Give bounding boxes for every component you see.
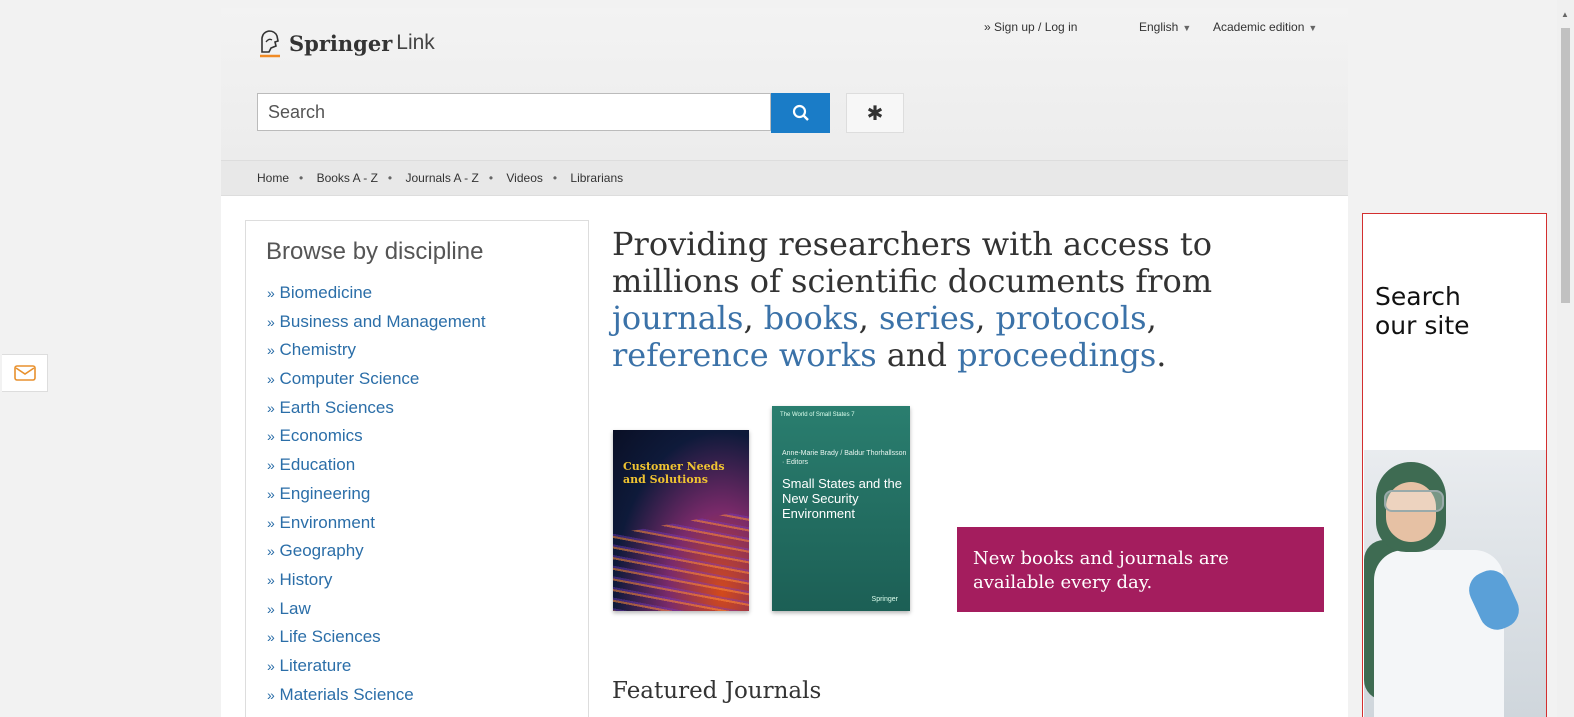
reference-works-link[interactable]: reference works (612, 336, 877, 374)
edition-select[interactable]: Academic edition ▼ (1213, 20, 1317, 34)
hero-line-1: Providing researchers with access to (612, 225, 1212, 263)
brand-sub: Link (396, 31, 435, 54)
search-our-site-ad[interactable]: Search our site (1362, 213, 1547, 717)
ad-text: Search our site (1375, 282, 1470, 340)
main-nav: Home • Books A - Z • Journals A - Z • Video… (221, 160, 1348, 196)
discipline-link[interactable]: » Chemistry (267, 339, 486, 368)
nav-journals-a-z[interactable]: Journals A - Z (405, 171, 478, 185)
proceedings-link[interactable]: proceedings (957, 336, 1156, 374)
mail-icon (13, 365, 36, 381)
page-scrollbar[interactable]: ▲ (1557, 0, 1574, 717)
book-cover-title: Small States and the New Security Enviro… (782, 476, 902, 521)
protocols-link[interactable]: protocols (996, 299, 1147, 337)
browse-title: Browse by discipline (266, 238, 484, 265)
book-cover-art (613, 502, 749, 611)
books-link[interactable]: books (764, 299, 859, 337)
hero-line-2: millions of scientific documents from (612, 262, 1213, 300)
language-label: English (1139, 20, 1179, 34)
discipline-link[interactable]: » Materials Science (267, 684, 486, 713)
discipline-link[interactable]: » Economics (267, 425, 486, 454)
hero-line-4: reference works and proceedings. (612, 336, 1167, 374)
promo-text: New books and journals are available eve… (973, 548, 1229, 593)
nav-home[interactable]: Home (257, 171, 289, 185)
scrollbar-thumb[interactable] (1561, 28, 1570, 303)
discipline-link[interactable]: » Engineering (267, 483, 486, 512)
ad-photo (1364, 450, 1546, 717)
discipline-link[interactable]: » Biomedicine (267, 282, 486, 311)
springer-horse-icon (260, 30, 280, 58)
edition-dropdown-icon: ▼ (1308, 23, 1318, 33)
feedback-mail-button[interactable] (2, 354, 48, 392)
hero-line-3: journals, books, series, protocols, (612, 299, 1157, 337)
journals-link[interactable]: journals (612, 299, 743, 337)
search-button[interactable] (771, 93, 830, 133)
edition-label: Academic edition (1213, 20, 1305, 34)
site-header: Springer Link » Sign up / Log in English… (221, 8, 1348, 160)
discipline-link[interactable]: » Environment (267, 512, 486, 541)
discipline-link[interactable]: » Earth Sciences (267, 397, 486, 426)
featured-journals-heading: Featured Journals (612, 678, 822, 704)
browse-by-discipline-panel: Browse by discipline » Biomedicine » Bus… (245, 220, 589, 717)
brand-name: Springer (289, 30, 393, 56)
scroll-up-icon[interactable]: ▲ (1561, 10, 1569, 19)
book-cover-small-states[interactable]: The World of Small States 7 Anne-Marie B… (772, 406, 910, 611)
discipline-link[interactable]: » Business and Management (267, 311, 486, 340)
hero-headline: Providing researchers with access to mil… (612, 226, 1312, 374)
discipline-link[interactable]: » Education (267, 454, 486, 483)
book-editors: Anne-Marie Brady / Baldur Thorhallsson ·… (782, 450, 907, 466)
book-publisher: Springer (871, 596, 898, 603)
series-link[interactable]: series (879, 299, 975, 337)
nav-separator: • (299, 171, 304, 185)
sign-up-login-link[interactable]: » Sign up / Log in (984, 20, 1077, 34)
gear-icon: ✱ (866, 102, 884, 125)
nav-separator: • (488, 171, 494, 185)
discipline-link[interactable]: » Literature (267, 655, 486, 684)
language-select[interactable]: English ▼ (1139, 20, 1191, 34)
nav-books-a-z[interactable]: Books A - Z (317, 171, 378, 185)
discipline-link[interactable]: » Computer Science (267, 368, 486, 397)
discipline-link[interactable]: » Law (267, 598, 486, 627)
discipline-link[interactable]: » History (267, 569, 486, 598)
nav-separator: • (387, 171, 393, 185)
promo-banner[interactable]: New books and journals are available eve… (957, 527, 1324, 612)
book-cover-title: Customer Needs and Solutions (623, 460, 725, 486)
discipline-link[interactable]: » Life Sciences (267, 626, 486, 655)
page-container: Springer Link » Sign up / Log in English… (221, 8, 1348, 717)
nav-librarians[interactable]: Librarians (570, 171, 623, 185)
book-series-label: The World of Small States 7 (780, 412, 855, 418)
nav-separator: • (552, 171, 558, 185)
springerlink-logo[interactable]: Springer Link (257, 28, 435, 58)
search-options-button[interactable]: ✱ (846, 93, 904, 133)
language-dropdown-icon: ▼ (1182, 23, 1192, 33)
discipline-link[interactable]: » Geography (267, 540, 486, 569)
book-cover-customer-needs[interactable]: Customer Needs and Solutions (613, 430, 749, 611)
search-input[interactable]: Search (257, 93, 771, 131)
discipline-list: » Biomedicine » Business and Management … (267, 282, 486, 712)
nav-videos[interactable]: Videos (506, 171, 542, 185)
search-icon (792, 104, 809, 121)
